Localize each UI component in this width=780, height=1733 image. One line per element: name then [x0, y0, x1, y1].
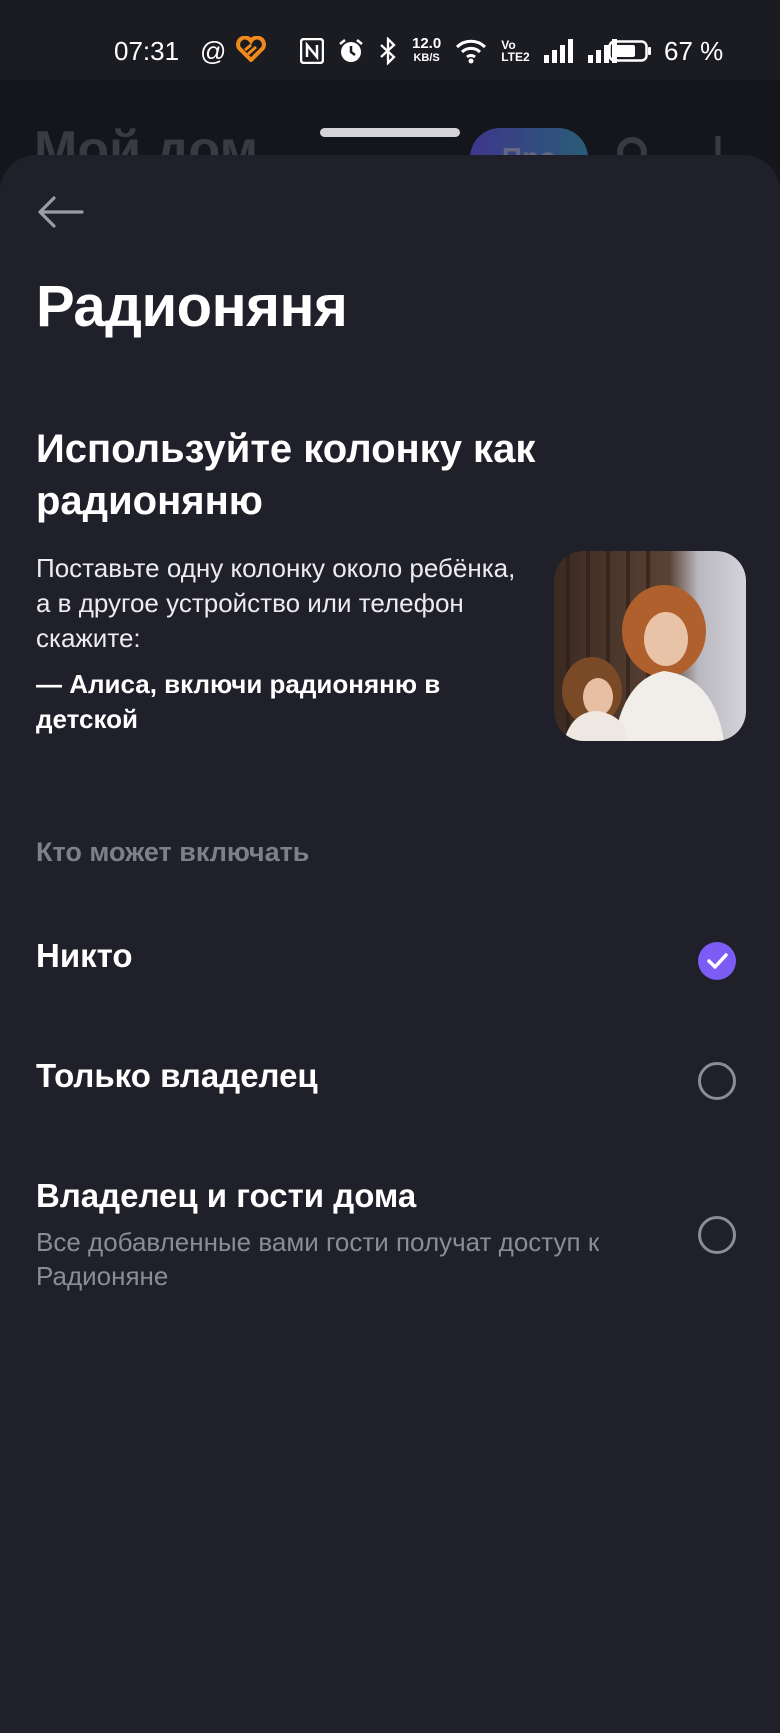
back-arrow-icon[interactable]	[36, 195, 84, 229]
net-speed-value: 12.0	[412, 35, 442, 52]
checkmark-icon	[707, 953, 728, 969]
option-title: Только владелец	[36, 1057, 318, 1094]
volte-bottom: LTE2	[501, 50, 530, 64]
radio-checked[interactable]	[698, 942, 736, 980]
promo-description: Поставьте одну колонку около ребёнка, а …	[36, 553, 516, 653]
wifi-icon	[456, 39, 487, 64]
battery-percent: 67 %	[664, 36, 724, 66]
status-time: 07:31	[114, 36, 180, 66]
option-owner-only[interactable]: Только владелец	[0, 1035, 780, 1125]
net-speed: 12.0 KB/S	[412, 36, 441, 66]
option-owner-and-guests[interactable]: Владелец и гости дома Все добавленные ва…	[0, 1155, 780, 1291]
bottom-sheet: Радионяня Используйте колонку как радион…	[0, 155, 780, 1733]
alarm-icon	[339, 39, 363, 62]
net-speed-unit: KB/S	[413, 52, 440, 64]
volte-indicator: Vo LTE2	[501, 39, 529, 63]
page-title: Радионяня	[36, 274, 348, 339]
heart-app-icon	[236, 36, 266, 62]
radio-unchecked[interactable]	[698, 1216, 736, 1254]
at-icon: @	[200, 36, 227, 66]
status-bar: 07:31 @ 12.0 KB/S Vo LTE2 67 %	[0, 0, 780, 80]
section-label-who-can-enable: Кто может включать	[36, 837, 310, 867]
radio-unchecked[interactable]	[698, 1062, 736, 1100]
option-nobody[interactable]: Никто	[0, 915, 780, 1005]
voice-command-quote: — Алиса, включи радионяню в детской	[36, 669, 441, 734]
sheet-drag-handle[interactable]	[320, 128, 460, 137]
option-title: Никто	[36, 937, 133, 974]
battery-icon	[608, 40, 651, 62]
signal-icon	[543, 39, 573, 63]
nfc-icon	[300, 38, 324, 64]
option-subtitle: Все добавленные вами гости получат досту…	[36, 1227, 600, 1291]
option-title: Владелец и гости дома	[36, 1177, 417, 1214]
bluetooth-icon	[380, 37, 396, 65]
mother-child-photo	[554, 551, 746, 741]
promo-headline: Используйте колонку как радионяню	[36, 427, 536, 523]
